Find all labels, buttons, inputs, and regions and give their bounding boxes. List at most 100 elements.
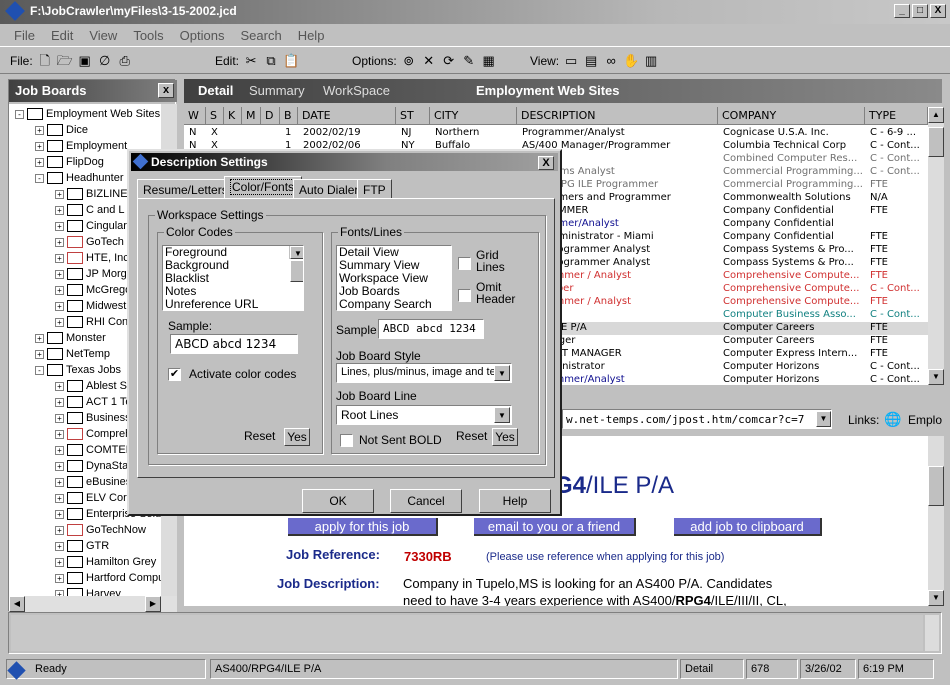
column-header[interactable]: ST bbox=[396, 107, 430, 125]
activate-color-codes-option[interactable]: ✔ Activate color codes bbox=[168, 367, 296, 381]
tab-resume-letters[interactable]: Resume/Letters bbox=[137, 179, 234, 199]
expand-toggle-icon[interactable]: + bbox=[55, 381, 64, 391]
tree-node[interactable]: + Monster bbox=[35, 330, 106, 346]
expand-toggle-icon[interactable]: + bbox=[55, 541, 64, 551]
column-header[interactable]: CITY bbox=[430, 107, 517, 125]
tree-node[interactable]: + McGregor bbox=[55, 282, 135, 298]
no-edit-icon[interactable]: ✎ bbox=[461, 53, 477, 69]
fonts-list[interactable]: Detail View Summary View Workspace View … bbox=[336, 245, 452, 311]
tree-node[interactable]: + DynaStaff bbox=[55, 458, 134, 474]
activate-color-codes-checkbox[interactable]: ✔ bbox=[168, 367, 181, 381]
globe-icon[interactable]: 🌐 bbox=[884, 411, 901, 428]
scroll-right-button[interactable]: ▶ bbox=[145, 596, 161, 612]
column-header[interactable]: S bbox=[206, 107, 224, 125]
column-header[interactable]: TYPE bbox=[865, 107, 928, 125]
expand-toggle-icon[interactable]: + bbox=[55, 317, 64, 327]
tab-workspace[interactable]: WorkSpace bbox=[323, 83, 390, 98]
expand-toggle-icon[interactable]: + bbox=[55, 237, 64, 247]
hand-icon[interactable]: ✋ bbox=[623, 53, 639, 69]
expand-toggle-icon[interactable]: + bbox=[55, 253, 64, 263]
menu-tools[interactable]: Tools bbox=[125, 25, 171, 45]
layout-icon[interactable]: ▤ bbox=[583, 53, 599, 69]
not-sent-bold-checkbox[interactable] bbox=[340, 433, 353, 447]
grid-vertical-scrollbar[interactable]: ▲ ▼ bbox=[928, 107, 944, 385]
tree-node[interactable]: + Business bbox=[55, 410, 131, 426]
email-job-button[interactable]: email to you or a friend bbox=[474, 518, 636, 536]
close-panel-button[interactable]: x bbox=[158, 83, 174, 98]
menu-help[interactable]: Help bbox=[290, 25, 333, 45]
table-row[interactable]: N X 1 2002/02/19 NJ Northern Programmer/Analys… bbox=[184, 127, 928, 140]
tab-auto-dialer[interactable]: Auto Dialer bbox=[293, 179, 365, 199]
menu-search[interactable]: Search bbox=[232, 25, 289, 45]
column-header[interactable]: B bbox=[280, 107, 298, 125]
cut-icon[interactable]: ✂ bbox=[243, 53, 259, 69]
add-clipboard-button[interactable]: add job to clipboard bbox=[674, 518, 822, 536]
tree-node[interactable]: + BIZLINE bbox=[55, 186, 128, 202]
tree-node[interactable]: + GoTech bbox=[55, 234, 124, 250]
tree-node[interactable]: + COMTEK bbox=[55, 442, 133, 458]
job-board-line-select[interactable]: Root Lines ▼ bbox=[336, 405, 512, 425]
tree-node[interactable]: + eBusiness bbox=[55, 474, 137, 490]
browser-scroll-down-button[interactable]: ▼ bbox=[928, 590, 944, 606]
dialog-close-button[interactable]: X bbox=[538, 156, 554, 170]
grid-lines-checkbox[interactable] bbox=[458, 257, 471, 270]
colors-icon[interactable]: ▦ bbox=[481, 53, 497, 69]
close-button[interactable]: X bbox=[930, 4, 946, 18]
list-scroll-thumb[interactable] bbox=[290, 260, 303, 282]
expand-toggle-icon[interactable]: + bbox=[35, 157, 44, 167]
expand-toggle-icon[interactable]: + bbox=[55, 429, 64, 439]
color-codes-list[interactable]: Foreground Background Blacklist Notes Un… bbox=[162, 245, 304, 311]
copy-icon[interactable]: ⧉ bbox=[263, 53, 279, 69]
column-header[interactable]: W bbox=[184, 107, 206, 125]
panel-icon[interactable]: ▭ bbox=[563, 53, 579, 69]
expand-toggle-icon[interactable]: + bbox=[55, 557, 64, 567]
column-header[interactable]: COMPANY bbox=[718, 107, 865, 125]
attach-icon[interactable]: ∅ bbox=[97, 53, 113, 69]
url-dropdown-button[interactable]: ▼ bbox=[816, 411, 831, 427]
color-reset-yes-button[interactable]: Yes bbox=[284, 428, 310, 446]
tools-icon[interactable]: ✕ bbox=[421, 53, 437, 69]
tree-node[interactable]: + Midwest bbox=[55, 298, 126, 314]
tree-node[interactable]: + ELV Corp bbox=[55, 490, 133, 506]
tree-node[interactable]: + FlipDog bbox=[35, 154, 104, 170]
browser-scroll-thumb[interactable] bbox=[928, 466, 944, 506]
column-header[interactable]: DESCRIPTION bbox=[517, 107, 718, 125]
expand-toggle-icon[interactable]: + bbox=[55, 205, 64, 215]
column-header[interactable]: DATE bbox=[298, 107, 396, 125]
tree-node[interactable]: - Employment Web Sites bbox=[15, 106, 160, 122]
expand-toggle-icon[interactable]: + bbox=[35, 349, 44, 359]
expand-toggle-icon[interactable]: + bbox=[55, 477, 64, 487]
expand-toggle-icon[interactable]: + bbox=[55, 573, 64, 583]
expand-toggle-icon[interactable]: + bbox=[55, 397, 64, 407]
ok-button[interactable]: OK bbox=[302, 489, 374, 513]
expand-toggle-icon[interactable]: + bbox=[55, 189, 64, 199]
open-folder-icon[interactable]: 🗁 bbox=[57, 53, 73, 69]
print-icon[interactable]: ⎙ bbox=[117, 53, 133, 69]
style-dropdown-arrow[interactable]: ▼ bbox=[494, 365, 510, 381]
scroll-down-button[interactable]: ▼ bbox=[928, 369, 944, 385]
expand-toggle-icon[interactable]: + bbox=[55, 285, 64, 295]
expand-toggle-icon[interactable]: + bbox=[55, 493, 64, 503]
not-sent-bold-option[interactable]: Not Sent BOLD bbox=[340, 433, 442, 447]
expand-toggle-icon[interactable]: + bbox=[35, 125, 44, 135]
new-file-icon[interactable]: 🗋 bbox=[37, 53, 53, 69]
expand-toggle-icon[interactable]: + bbox=[55, 221, 64, 231]
cancel-button[interactable]: Cancel bbox=[390, 489, 462, 513]
tree-node[interactable]: + NetTemp bbox=[35, 346, 110, 362]
search-icon[interactable]: ⊚ bbox=[401, 53, 417, 69]
omit-header-checkbox[interactable] bbox=[458, 289, 471, 302]
expand-toggle-icon[interactable]: + bbox=[35, 141, 44, 151]
tree-node[interactable]: + Employment bbox=[35, 138, 127, 154]
expand-toggle-icon[interactable]: + bbox=[55, 461, 64, 471]
maximize-button[interactable]: □ bbox=[912, 4, 928, 18]
tree-node[interactable]: + Cingular bbox=[55, 218, 127, 234]
minimize-button[interactable]: _ bbox=[894, 4, 910, 18]
tree-horizontal-scrollbar[interactable]: ◀ ▶ bbox=[9, 596, 177, 612]
column-header[interactable]: M bbox=[242, 107, 261, 125]
tree-node[interactable]: + HTE, Inc bbox=[55, 250, 129, 266]
binoculars-icon[interactable]: ∞ bbox=[603, 53, 619, 69]
apply-job-button[interactable]: apply for this job bbox=[288, 518, 438, 536]
tree-node[interactable]: + Hartford Computer bbox=[55, 570, 177, 586]
expand-toggle-icon[interactable]: + bbox=[55, 269, 64, 279]
color-code-item[interactable]: Unreference URL bbox=[163, 298, 303, 311]
